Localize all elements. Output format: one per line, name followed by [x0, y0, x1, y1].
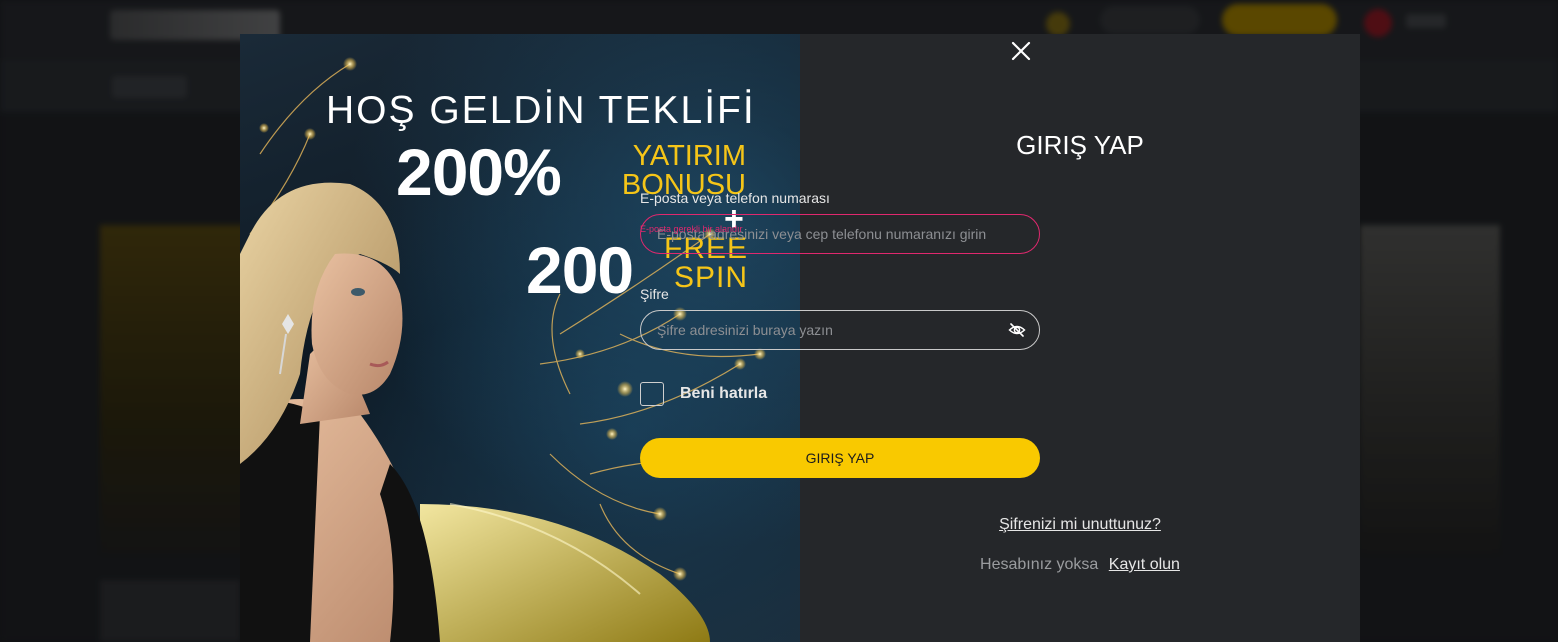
no-account-text: Hesabınız yoksa	[980, 556, 1099, 573]
password-field[interactable]	[640, 310, 1040, 350]
promo-percent: 200%	[396, 135, 562, 209]
promo-spins: 200	[526, 233, 634, 307]
password-toggle-button[interactable]	[1008, 321, 1026, 339]
remember-me-label[interactable]: Beni hatırla	[680, 385, 767, 403]
forgot-password-row: Şifrenizi mi unuttunuz?	[800, 516, 1360, 534]
email-error-message: E-posta gerekli bir alandır	[640, 224, 743, 234]
password-input[interactable]	[657, 322, 1023, 338]
register-row: Hesabınız yoksa Kayıt olun	[800, 556, 1360, 574]
remember-me-checkbox[interactable]	[640, 382, 664, 406]
close-button[interactable]	[1008, 38, 1034, 64]
promo-headline: HOŞ GELDİN TEKLİFİ	[326, 89, 756, 132]
password-label: Şifre	[640, 286, 669, 302]
eye-slash-icon	[1008, 323, 1026, 337]
email-label: E-posta veya telefon numarası	[640, 190, 830, 206]
close-icon	[1011, 41, 1031, 61]
login-title: GIRIŞ YAP	[1016, 130, 1144, 160]
forgot-password-link[interactable]: Şifrenizi mi unuttunuz?	[999, 516, 1161, 533]
login-submit-button[interactable]: GIRIŞ YAP	[640, 438, 1040, 478]
promo-free-line2: SPIN	[673, 261, 748, 294]
email-field[interactable]	[640, 214, 1040, 254]
register-link[interactable]: Kayıt olun	[1109, 556, 1180, 573]
promo-bonus-line1: YATIRIM	[632, 140, 746, 172]
